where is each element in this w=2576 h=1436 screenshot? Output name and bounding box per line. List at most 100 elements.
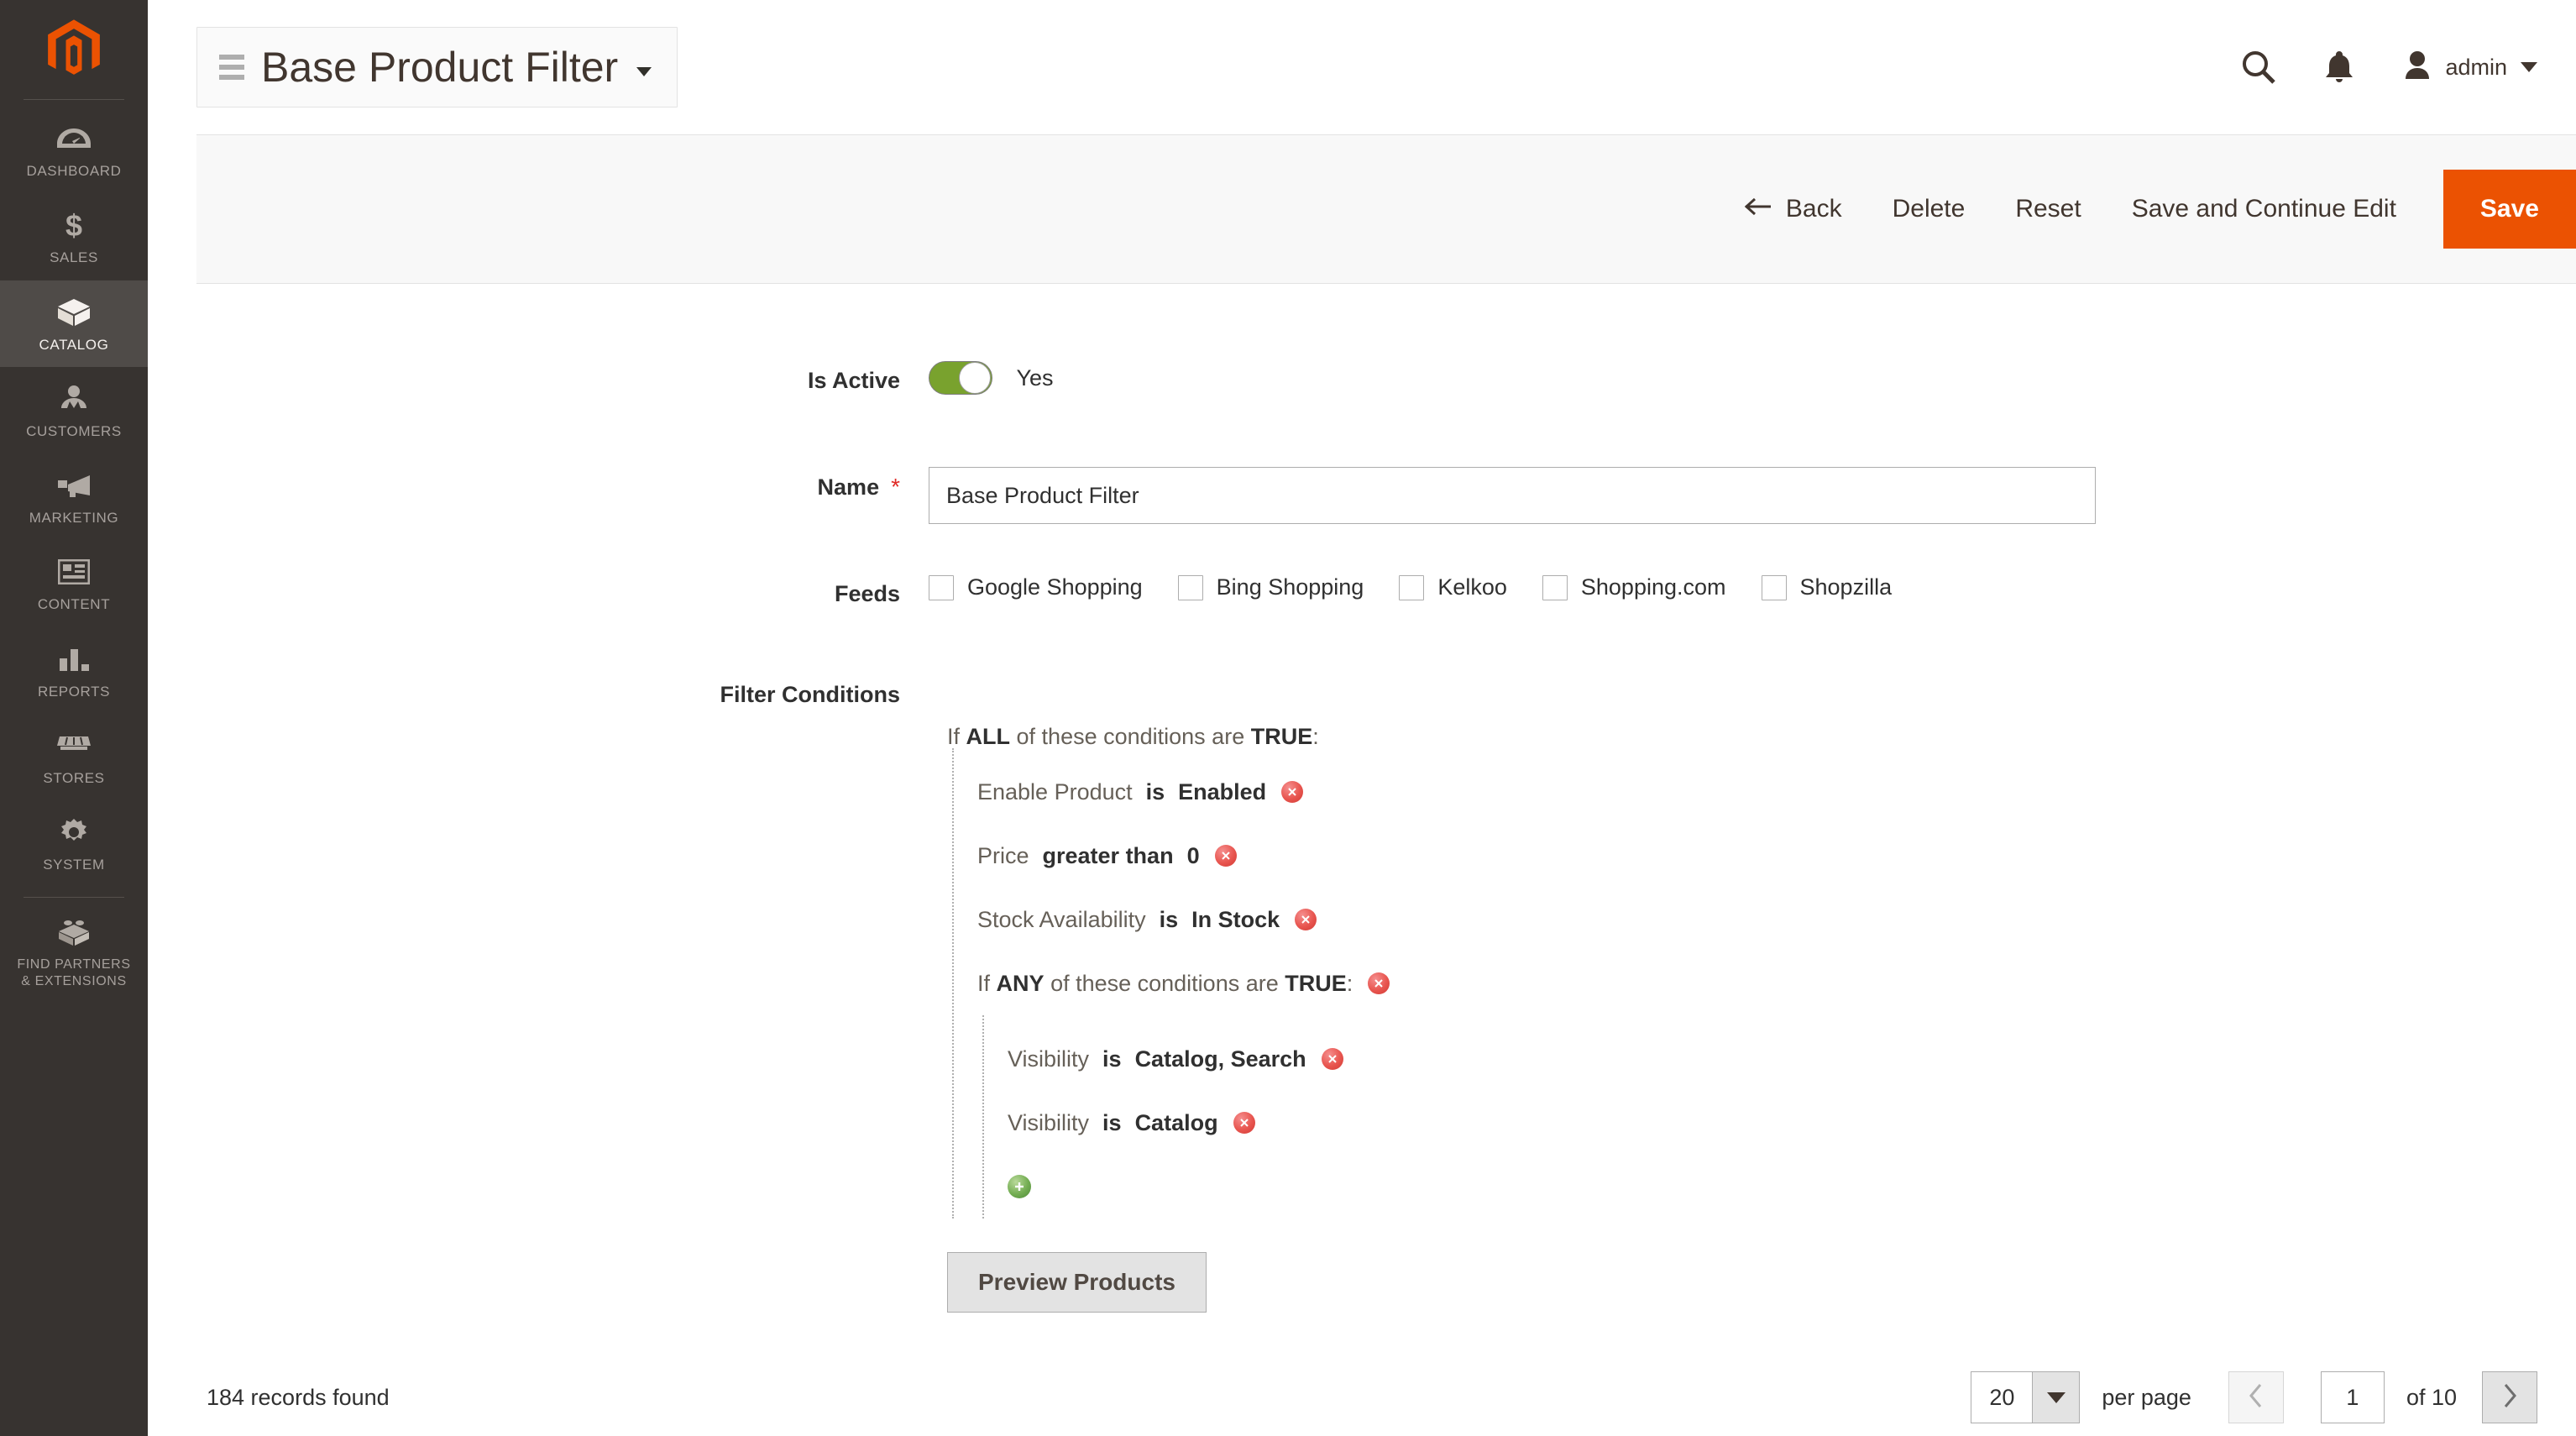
delete-condition-icon[interactable] (1233, 1112, 1255, 1134)
sidebar-item-marketing[interactable]: MARKETING (0, 453, 148, 540)
per-page-dropdown-arrow[interactable] (2032, 1372, 2079, 1423)
admin-page: DASHBOARD $ SALES CATALOG CUSTOMERS MARK… (0, 0, 2576, 1436)
nested-aggregator[interactable]: ANY (997, 971, 1045, 997)
user-avatar-icon (2403, 50, 2432, 86)
layout-icon (55, 555, 92, 589)
name-control (929, 467, 2576, 524)
sidebar-item-catalog[interactable]: CATALOG (0, 280, 148, 367)
sidebar-item-system[interactable]: SYSTEM (0, 800, 148, 887)
condition-attribute[interactable]: Enable Product (977, 781, 1133, 804)
sidebar-item-label: DASHBOARD (26, 162, 121, 180)
delete-condition-icon[interactable] (1215, 845, 1237, 867)
filter-conditions-label: Filter Conditions (148, 682, 929, 708)
magento-logo[interactable] (0, 0, 148, 99)
save-button[interactable]: Save (2443, 170, 2576, 249)
feed-label: Shopzilla (1800, 574, 1893, 600)
condition-operator[interactable]: is (1102, 1048, 1122, 1071)
user-menu[interactable]: admin (2380, 50, 2537, 86)
sidebar-item-label: REPORTS (38, 683, 110, 700)
page-actions-toolbar: Back Delete Reset Save and Continue Edit… (196, 134, 2576, 284)
sidebar-item-label: SYSTEM (43, 856, 105, 873)
condition-row: Visibility is Catalog, Search (1008, 1027, 2576, 1091)
condition-operator[interactable]: is (1160, 909, 1179, 931)
feed-checkbox-bing-shopping[interactable]: Bing Shopping (1178, 574, 1364, 600)
delete-condition-icon[interactable] (1295, 909, 1317, 930)
condition-value[interactable]: Enabled (1178, 781, 1266, 804)
checkbox-box[interactable] (1399, 575, 1424, 600)
condition-operator[interactable]: is (1102, 1112, 1122, 1135)
feed-checkbox-kelkoo[interactable]: Kelkoo (1399, 574, 1507, 600)
feed-label: Google Shopping (967, 574, 1143, 600)
sidebar-item-content[interactable]: CONTENT (0, 540, 148, 626)
condition-value[interactable]: 0 (1187, 845, 1200, 867)
is-active-row: Is Active Yes (148, 361, 2576, 467)
per-page-select[interactable]: 20 (1971, 1371, 2080, 1423)
hamburger-menu-icon[interactable] (219, 55, 244, 80)
main-sidebar: DASHBOARD $ SALES CATALOG CUSTOMERS MARK… (0, 0, 148, 1436)
checkbox-box[interactable] (1762, 575, 1787, 600)
per-page-value: 20 (1971, 1372, 2032, 1423)
condition-attribute[interactable]: Stock Availability (977, 909, 1146, 931)
condition-value[interactable]: Catalog, Search (1135, 1048, 1306, 1071)
sidebar-item-customers[interactable]: CUSTOMERS (0, 367, 148, 453)
delete-condition-icon[interactable] (1322, 1048, 1343, 1070)
previous-page-button[interactable] (2228, 1371, 2284, 1423)
name-input[interactable] (929, 467, 2096, 524)
sidebar-item-label: CATALOG (39, 336, 109, 354)
search-icon[interactable] (2218, 27, 2299, 107)
grid-footer: 184 records found 20 per page of 10 (148, 1359, 2576, 1436)
sidebar-item-stores[interactable]: STORES (0, 714, 148, 800)
conditions-branch-root: Enable Product is Enabled Price greater … (952, 748, 2576, 1219)
nested-value[interactable]: TRUE (1285, 971, 1347, 997)
condition-attribute[interactable]: Visibility (1008, 1112, 1089, 1135)
toggle-knob (959, 362, 991, 394)
conditions-tree: If ALL of these conditions are TRUE: Ena… (929, 682, 2576, 1219)
feed-checkbox-shopping-com[interactable]: Shopping.com (1542, 574, 1726, 600)
feeds-checkbox-group: Google Shopping Bing Shopping Kelkoo (929, 574, 2576, 600)
preview-products-wrap: Preview Products (929, 1252, 2576, 1313)
people-icon (55, 382, 92, 416)
nested-prefix: If (977, 971, 990, 997)
root-value[interactable]: TRUE (1251, 724, 1313, 749)
page-number-input[interactable] (2321, 1371, 2385, 1423)
condition-attribute[interactable]: Visibility (1008, 1048, 1089, 1071)
per-page-label: per page (2102, 1385, 2191, 1411)
checkbox-box[interactable] (1178, 575, 1203, 600)
sidebar-item-reports[interactable]: REPORTS (0, 627, 148, 714)
condition-operator[interactable]: greater than (1043, 845, 1174, 867)
root-middle: of these conditions are (1017, 724, 1245, 749)
condition-value[interactable]: In Stock (1191, 909, 1280, 931)
save-and-continue-button[interactable]: Save and Continue Edit (2107, 135, 2422, 283)
page-header: Base Product Filter admin (148, 0, 2576, 134)
sidebar-item-dashboard[interactable]: DASHBOARD (0, 107, 148, 193)
back-button[interactable]: Back (1719, 135, 1867, 283)
condition-row: Price greater than 0 (977, 824, 2576, 888)
filter-conditions-row: Filter Conditions If ALL of these condit… (148, 682, 2576, 1313)
sidebar-divider-bottom (24, 897, 124, 898)
gear-icon (55, 815, 92, 849)
bell-icon[interactable] (2299, 27, 2380, 107)
next-page-button[interactable] (2482, 1371, 2537, 1423)
checkbox-box[interactable] (929, 575, 954, 600)
condition-row: Stock Availability is In Stock (977, 888, 2576, 951)
is-active-toggle[interactable] (929, 361, 992, 395)
delete-condition-icon[interactable] (1281, 781, 1303, 803)
condition-attribute[interactable]: Price (977, 845, 1029, 867)
sidebar-item-sales[interactable]: $ SALES (0, 193, 148, 280)
delete-button[interactable]: Delete (1867, 135, 1991, 283)
condition-operator[interactable]: is (1146, 781, 1165, 804)
add-condition-icon[interactable] (1008, 1175, 1031, 1198)
checkbox-box[interactable] (1542, 575, 1568, 600)
root-aggregator[interactable]: ALL (966, 724, 1010, 749)
sidebar-item-find-partners[interactable]: FIND PARTNERS & EXTENSIONS (0, 901, 148, 1009)
delete-condition-icon[interactable] (1368, 972, 1390, 994)
reset-button[interactable]: Reset (1990, 135, 2106, 283)
page-title-dropdown[interactable]: Base Product Filter (196, 27, 678, 107)
preview-products-button[interactable]: Preview Products (947, 1252, 1207, 1313)
lego-brick-icon (55, 916, 92, 950)
sidebar-divider-top (24, 99, 124, 100)
condition-value[interactable]: Catalog (1135, 1112, 1218, 1135)
feed-checkbox-shopzilla[interactable]: Shopzilla (1762, 574, 1893, 600)
magento-logo-icon (42, 18, 106, 81)
feed-checkbox-google-shopping[interactable]: Google Shopping (929, 574, 1143, 600)
